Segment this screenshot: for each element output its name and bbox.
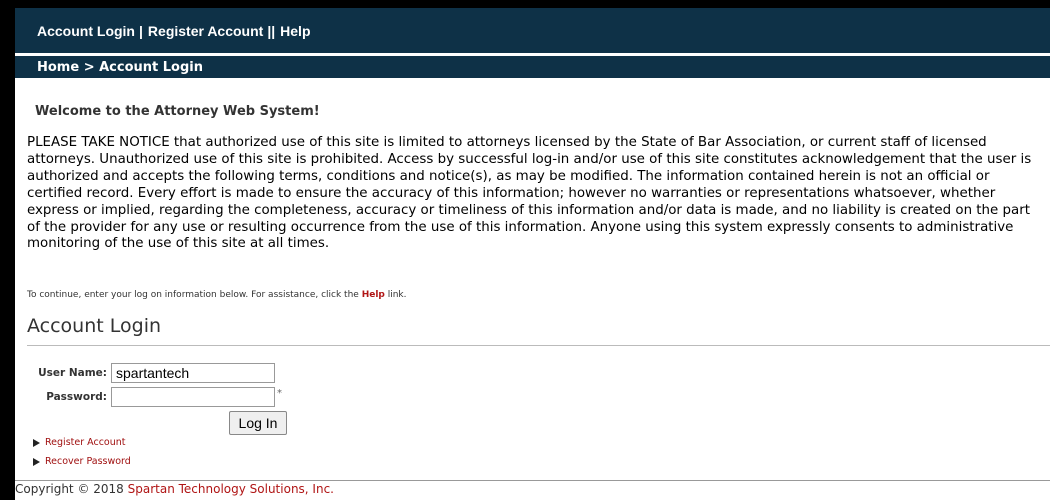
arrow-right-icon (33, 438, 40, 447)
nav-separator: || (267, 22, 276, 39)
required-marker: * (277, 388, 282, 399)
page: Account Login | Register Account || Help… (15, 8, 1050, 500)
footer-divider (15, 480, 1050, 481)
arrow-right-icon (33, 457, 40, 466)
login-title: Account Login (27, 315, 162, 337)
nav-register-account[interactable]: Register Account (148, 23, 263, 39)
username-label: User Name: (38, 367, 107, 379)
username-field[interactable]: spartantech (111, 363, 275, 383)
login-button[interactable]: Log In (229, 411, 287, 435)
hint-text: To continue, enter your log on informati… (27, 290, 362, 300)
welcome-heading: Welcome to the Attorney Web System! (35, 104, 320, 119)
register-account-label: Register Account (45, 437, 126, 448)
top-nav: Account Login | Register Account || Help (15, 8, 1050, 54)
breadcrumb: Home > Account Login (15, 56, 1050, 78)
footer: Copyright © 2018 Spartan Technology Solu… (15, 482, 334, 496)
register-account-link[interactable]: Register Account (33, 437, 126, 448)
divider (27, 345, 1050, 346)
nav-help[interactable]: Help (280, 23, 310, 39)
hint-text-end: link. (384, 290, 407, 300)
copyright-text: Copyright © 2018 (15, 482, 128, 496)
legal-notice: PLEASE TAKE NOTICE that authorized use o… (27, 135, 1032, 252)
password-field[interactable] (111, 387, 275, 407)
recover-password-link[interactable]: Recover Password (33, 456, 131, 467)
company-link[interactable]: Spartan Technology Solutions, Inc. (128, 482, 334, 496)
nav-separator: | (139, 22, 143, 39)
password-label: Password: (46, 391, 107, 403)
nav-account-login[interactable]: Account Login (37, 23, 135, 39)
recover-password-label: Recover Password (45, 456, 131, 467)
hint-help-link[interactable]: Help (362, 290, 385, 300)
login-hint: To continue, enter your log on informati… (27, 290, 407, 300)
